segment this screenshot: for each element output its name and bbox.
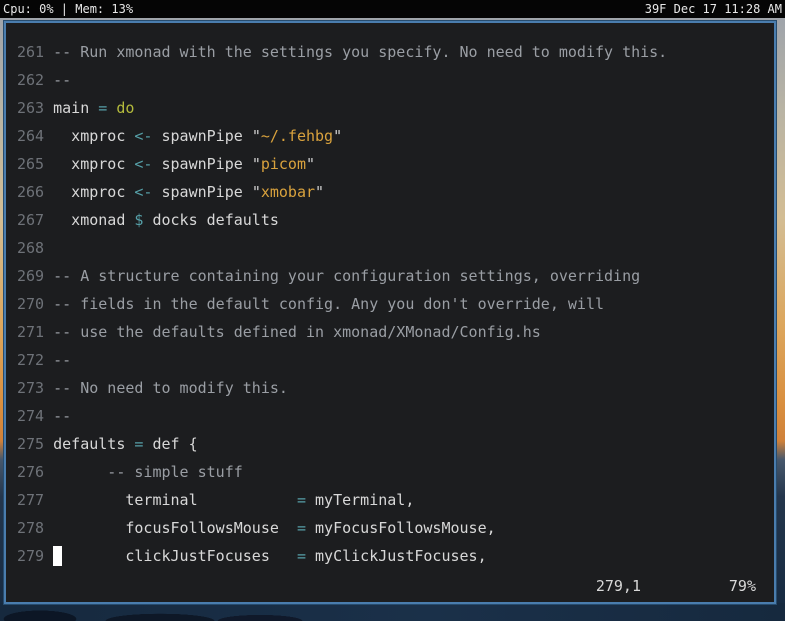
xmobar-status-bar: Cpu: 0% | Mem: 13% 39F Dec 17 11:28 AM	[0, 0, 785, 18]
code-segment-op: <-	[134, 155, 153, 173]
code-line[interactable]: 267 xmonad $ docks defaults	[17, 206, 774, 234]
line-number: 274	[17, 407, 54, 425]
code-segment-plain: spawnPipe	[152, 183, 252, 201]
code-segment-op: <-	[134, 127, 153, 145]
line-number: 269	[17, 267, 54, 285]
code-line[interactable]: 272 --	[17, 346, 774, 374]
code-line[interactable]: 276 -- simple stuff	[17, 458, 774, 486]
code-segment-quote: "	[306, 155, 316, 173]
code-segment-comment: -- A structure containing your configura…	[53, 267, 641, 285]
vim-editor[interactable]: 261 -- Run xmonad with the settings you …	[6, 23, 774, 602]
code-line[interactable]: 263 main = do	[17, 94, 774, 122]
code-segment-plain: spawnPipe	[152, 155, 252, 173]
code-segment-plain: myClickJustFocuses,	[306, 547, 487, 565]
line-number: 263	[17, 99, 54, 117]
code-segment-plain: myTerminal,	[306, 491, 415, 509]
desktop-wallpaper-bottom	[0, 603, 785, 621]
code-line[interactable]: 274 --	[17, 402, 774, 430]
code-segment-plain: focusFollowsMouse	[53, 519, 297, 537]
code-line[interactable]: 268	[17, 234, 774, 262]
code-line[interactable]: 265 xmproc <- spawnPipe "picom"	[17, 150, 774, 178]
code-segment-plain: clickJustFocuses	[53, 547, 297, 565]
code-segment-keyword: do	[116, 99, 135, 117]
code-line[interactable]: 261 -- Run xmonad with the settings you …	[17, 38, 774, 66]
code-line[interactable]: 264 xmproc <- spawnPipe "~/.fehbg"	[17, 122, 774, 150]
line-number: 266	[17, 183, 54, 201]
code-line[interactable]: 269 -- A structure containing your confi…	[17, 262, 774, 290]
code-line[interactable]: 277 terminal = myTerminal,	[17, 486, 774, 514]
code-line[interactable]: 262 --	[17, 66, 774, 94]
code-segment-string: ~/.fehbg	[260, 127, 334, 145]
line-number: 278	[17, 519, 54, 537]
code-segment-comment: -- use the defaults defined in xmonad/XM…	[53, 323, 541, 341]
desktop: { "topbar": { "left": "Cpu: 0% | Mem: 13…	[0, 0, 785, 621]
code-segment-comment: --	[53, 351, 72, 369]
code-segment-comment: --	[53, 71, 72, 89]
code-segment-quote: "	[315, 183, 325, 201]
line-number: 277	[17, 491, 54, 509]
code-segment-op: =	[98, 99, 108, 117]
line-number: 276	[17, 463, 54, 481]
code-line[interactable]: 266 xmproc <- spawnPipe "xmobar"	[17, 178, 774, 206]
code-line[interactable]: 279 clickJustFocuses = myClickJustFocuse…	[17, 542, 774, 570]
code-segment-plain: main	[53, 99, 99, 117]
code-line[interactable]: 273 -- No need to modify this.	[17, 374, 774, 402]
line-number: 268	[17, 239, 54, 257]
cursor-position-indicator: 279,1	[595, 577, 641, 595]
line-number: 261	[17, 43, 54, 61]
vim-ruler: 279,1 79%	[6, 572, 774, 600]
code-segment-string: picom	[260, 155, 306, 173]
cursor-block	[53, 546, 62, 566]
code-segment-plain: xmonad	[53, 211, 135, 229]
code-segment-plain: xmproc	[53, 155, 135, 173]
code-segment-plain: xmproc	[53, 127, 135, 145]
line-number: 262	[17, 71, 54, 89]
clock-status: 39F Dec 17 11:28 AM	[644, 2, 782, 16]
code-segment-quote: "	[333, 127, 343, 145]
code-segment-plain: xmproc	[53, 183, 135, 201]
code-segment-plain: terminal	[53, 491, 297, 509]
line-number: 275	[17, 435, 54, 453]
code-segment-plain: defaults	[53, 435, 135, 453]
code-segment-string: xmobar	[260, 183, 316, 201]
code-segment-plain: def {	[143, 435, 198, 453]
line-number: 270	[17, 295, 54, 313]
code-segment-quote: "	[251, 183, 261, 201]
code-segment-op: =	[296, 519, 306, 537]
code-segment-plain	[107, 99, 116, 117]
code-segment-op: <-	[134, 183, 153, 201]
line-number: 265	[17, 155, 54, 173]
code-segment-plain: docks defaults	[143, 211, 279, 229]
code-segment-comment: -- Run xmonad with the settings you spec…	[53, 43, 668, 61]
terminal-window[interactable]: 261 -- Run xmonad with the settings you …	[4, 21, 776, 604]
code-area[interactable]: 261 -- Run xmonad with the settings you …	[17, 38, 774, 570]
code-segment-quote: "	[251, 155, 261, 173]
code-segment-comment: -- simple stuff	[53, 463, 243, 481]
code-segment-comment: --	[53, 407, 72, 425]
code-line[interactable]: 275 defaults = def {	[17, 430, 774, 458]
cpu-mem-status: Cpu: 0% | Mem: 13%	[3, 2, 134, 16]
code-segment-plain: myFocusFollowsMouse,	[306, 519, 496, 537]
scroll-percent-indicator: 79%	[728, 577, 756, 595]
code-segment-op: =	[296, 491, 306, 509]
line-number: 272	[17, 351, 54, 369]
code-line[interactable]: 278 focusFollowsMouse = myFocusFollowsMo…	[17, 514, 774, 542]
code-line[interactable]: 271 -- use the defaults defined in xmona…	[17, 318, 774, 346]
line-number: 271	[17, 323, 54, 341]
code-segment-comment: -- No need to modify this.	[53, 379, 288, 397]
code-segment-op: =	[296, 547, 306, 565]
code-line[interactable]: 270 -- fields in the default config. Any…	[17, 290, 774, 318]
line-number: 273	[17, 379, 54, 397]
code-segment-plain: spawnPipe	[152, 127, 252, 145]
code-segment-comment: -- fields in the default config. Any you…	[53, 295, 605, 313]
line-number: 279	[17, 547, 54, 565]
line-number: 267	[17, 211, 54, 229]
code-segment-quote: "	[251, 127, 261, 145]
line-number: 264	[17, 127, 54, 145]
